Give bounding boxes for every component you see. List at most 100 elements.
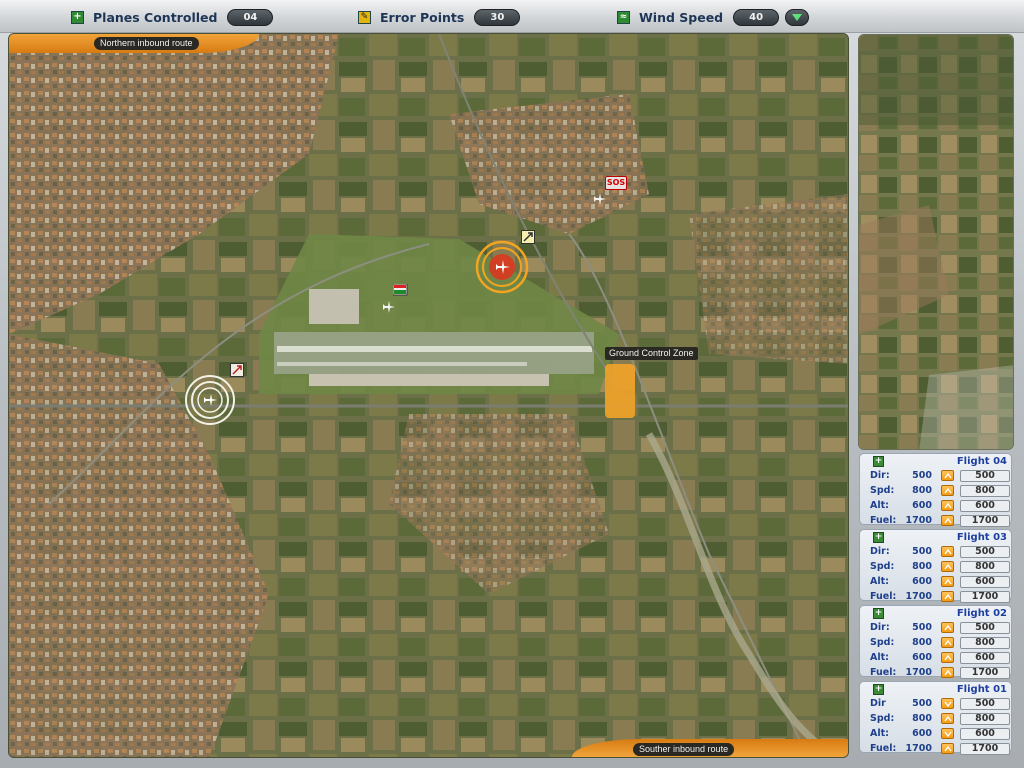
field-current-value: 800	[912, 713, 932, 724]
field-current-value: 500	[912, 470, 932, 481]
field-current-value: 1700	[905, 591, 932, 602]
chevron-up-icon[interactable]	[941, 500, 954, 511]
flight-header: + Flight 04	[860, 454, 1011, 468]
field-label: Dir:	[870, 622, 890, 633]
field-target-input[interactable]: 800	[960, 712, 1010, 725]
field-current-value: 600	[912, 500, 932, 511]
flight-field-row: Fuel: 1700 1700	[860, 513, 1011, 528]
field-label: Spd:	[870, 713, 895, 724]
flight-field-row: Spd: 800 800	[860, 559, 1011, 574]
plus-icon[interactable]: +	[873, 607, 884, 619]
flight-field-row: Spd: 800 800	[860, 483, 1011, 498]
flight-field-row: Dir: 500 500	[860, 468, 1011, 483]
chevron-up-icon[interactable]	[941, 622, 954, 633]
field-target-input[interactable]: 800	[960, 560, 1010, 573]
field-target-input[interactable]: 600	[960, 727, 1010, 740]
field-target-input[interactable]: 500	[960, 545, 1010, 558]
flight-field-row: Alt: 600 600	[860, 574, 1011, 589]
field-target-input[interactable]: 600	[960, 499, 1010, 512]
plus-icon[interactable]: +	[873, 683, 884, 695]
ground-control-zone-label: Ground Control Zone	[605, 347, 698, 360]
field-current-value: 800	[912, 637, 932, 648]
field-current-value: 500	[912, 698, 932, 709]
southern-route-label: Souther inbound route	[633, 743, 735, 756]
selected-aircraft-marker[interactable]	[474, 239, 530, 295]
field-target-input[interactable]: 1700	[960, 514, 1010, 527]
field-current-value: 800	[912, 561, 932, 572]
field-label: Spd:	[870, 637, 895, 648]
field-label: Fuel:	[870, 515, 897, 526]
field-current-value: 600	[912, 576, 932, 587]
chevron-up-icon[interactable]	[941, 591, 954, 602]
error-points-label: Error Points	[380, 9, 465, 25]
plus-icon[interactable]: +	[873, 455, 884, 467]
chevron-down-icon[interactable]	[941, 728, 954, 739]
flight-name: Flight 01	[956, 683, 1007, 695]
planes-controlled-label: Planes Controlled	[93, 9, 218, 25]
flight-name: Flight 02	[956, 607, 1007, 619]
flight-field-row: Fuel: 1700 1700	[860, 665, 1011, 680]
flight-field-row: Fuel: 1700 1700	[860, 589, 1011, 604]
northern-route-label: Northern inbound route	[94, 37, 199, 50]
field-target-input[interactable]: 600	[960, 575, 1010, 588]
field-current-value: 500	[912, 546, 932, 557]
chevron-up-icon[interactable]	[941, 713, 954, 724]
field-target-input[interactable]: 500	[960, 697, 1010, 710]
warning-icon: ✎	[358, 10, 371, 24]
field-target-input[interactable]: 1700	[960, 666, 1010, 679]
ground-control-zone[interactable]	[605, 364, 635, 418]
minimap[interactable]	[858, 34, 1014, 450]
field-current-value: 500	[912, 622, 932, 633]
heading-indicator-icon	[521, 230, 535, 244]
field-target-input[interactable]: 1700	[960, 742, 1010, 755]
field-target-input[interactable]: 1700	[960, 590, 1010, 603]
field-current-value: 800	[912, 485, 932, 496]
chevron-up-icon[interactable]	[941, 637, 954, 648]
field-current-value: 1700	[905, 743, 932, 754]
flight-field-row: Alt: 600 600	[860, 498, 1011, 513]
aircraft-marker[interactable]	[184, 374, 236, 426]
wind-speed-stat: ≈ Wind Speed 40	[617, 7, 810, 27]
heading-indicator-icon	[230, 363, 244, 377]
field-current-value: 600	[912, 652, 932, 663]
chevron-up-icon[interactable]	[941, 470, 954, 481]
chevron-up-icon[interactable]	[941, 743, 954, 754]
flight-field-row: Alt: 600 600	[860, 726, 1011, 741]
chevron-up-icon[interactable]	[941, 652, 954, 663]
flight-header: + Flight 01	[860, 682, 1011, 696]
chevron-up-icon[interactable]	[941, 561, 954, 572]
airspace-map[interactable]: Northern inbound route Souther inbound r…	[8, 33, 849, 758]
sos-icon: SOS	[605, 176, 627, 190]
chevron-down-icon	[792, 13, 803, 21]
chevron-up-icon[interactable]	[941, 546, 954, 557]
flag-icon	[393, 284, 408, 296]
chevron-down-icon[interactable]	[941, 698, 954, 709]
chevron-up-icon[interactable]	[941, 515, 954, 526]
planes-controlled-stat: + Planes Controlled 04	[71, 7, 274, 27]
chevron-up-icon[interactable]	[941, 667, 954, 678]
error-points-value: 30	[474, 8, 521, 26]
airplane-icon[interactable]	[593, 192, 607, 206]
field-label: Alt:	[870, 728, 889, 739]
field-label: Fuel:	[870, 591, 897, 602]
flight-field-row: Dir 500 500	[860, 696, 1011, 711]
flight-name: Flight 03	[956, 531, 1007, 543]
flight-name: Flight 04	[956, 455, 1007, 467]
plus-icon[interactable]: +	[873, 531, 884, 543]
chevron-up-icon[interactable]	[941, 485, 954, 496]
field-target-input[interactable]: 500	[960, 621, 1010, 634]
plus-icon: +	[71, 10, 84, 24]
field-target-input[interactable]: 600	[960, 651, 1010, 664]
chevron-up-icon[interactable]	[941, 576, 954, 587]
flight-field-row: Fuel: 1700 1700	[860, 741, 1011, 756]
field-label: Dir	[870, 698, 886, 709]
field-target-input[interactable]: 800	[960, 484, 1010, 497]
airplane-icon[interactable]	[382, 300, 396, 314]
field-current-value: 1700	[905, 667, 932, 678]
flight-header: + Flight 02	[860, 606, 1011, 620]
field-target-input[interactable]: 800	[960, 636, 1010, 649]
flight-field-row: Alt: 600 600	[860, 650, 1011, 665]
wind-direction-button[interactable]	[785, 8, 810, 26]
field-target-input[interactable]: 500	[960, 469, 1010, 482]
flight-field-row: Spd: 800 800	[860, 635, 1011, 650]
